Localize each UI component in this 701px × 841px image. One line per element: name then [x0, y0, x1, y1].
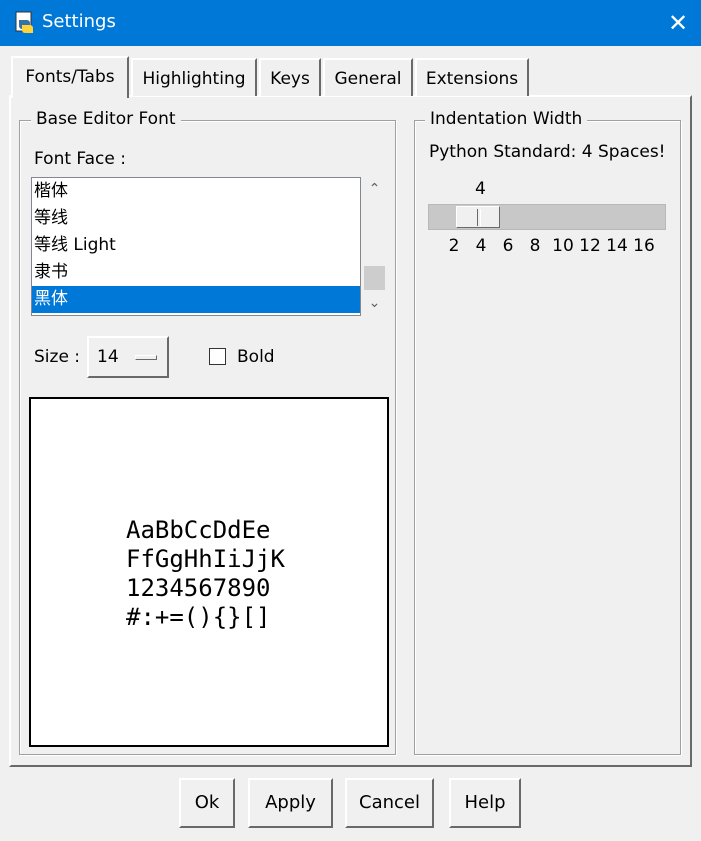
bold-checkbox[interactable]: [209, 348, 226, 365]
tab-label: Extensions: [425, 69, 519, 89]
list-item[interactable]: 等线: [32, 205, 360, 232]
font-list-scrollbar[interactable]: ⌃ ⌄: [362, 177, 387, 316]
font-size-value: 14: [97, 347, 119, 367]
close-icon: ✕: [667, 9, 689, 37]
tab-label: Fonts/Tabs: [25, 67, 115, 87]
list-item[interactable]: 楷体: [32, 178, 360, 205]
window-title: Settings: [42, 11, 116, 32]
tab-label: Highlighting: [142, 69, 246, 89]
slider-grip-icon: [477, 209, 481, 226]
menu-indicator-icon: [135, 355, 157, 360]
tab-general[interactable]: General: [323, 58, 413, 96]
indentation-width-title: Indentation Width: [425, 109, 588, 129]
tab-label: General: [334, 69, 402, 89]
slider-tick-label: 12: [579, 236, 601, 256]
font-face-label: Font Face :: [34, 149, 126, 169]
font-size-menubutton[interactable]: 14: [87, 336, 169, 378]
sample-line: AaBbCcDdEe: [126, 516, 271, 544]
python-idle-icon: [15, 11, 33, 33]
sample-line: 1234567890: [126, 574, 271, 602]
slider-thumb[interactable]: [456, 206, 500, 228]
close-button[interactable]: ✕: [655, 0, 701, 46]
scroll-up-icon[interactable]: ⌃: [362, 177, 387, 202]
indent-width-slider[interactable]: [428, 204, 666, 230]
tab-label: Keys: [270, 69, 310, 89]
slider-tick-label: 16: [633, 236, 655, 256]
slider-tick-label: 14: [606, 236, 628, 256]
slider-tick-label: 6: [502, 236, 514, 256]
sample-line: FfGgHhIiJjK: [126, 545, 285, 573]
title-bar: Settings ✕: [0, 0, 701, 46]
indent-note: Python Standard: 4 Spaces!: [429, 142, 666, 162]
list-item-selected[interactable]: 黑体: [32, 286, 360, 313]
cancel-button[interactable]: Cancel: [345, 778, 434, 828]
slider-tick-label: 4: [475, 236, 487, 256]
font-sample-text: AaBbCcDdEe FfGgHhIiJjK 1234567890 #:+=()…: [126, 516, 285, 632]
tab-highlighting[interactable]: Highlighting: [131, 58, 257, 96]
tab-fonts-tabs[interactable]: Fonts/Tabs: [11, 56, 129, 98]
ok-button[interactable]: Ok: [179, 778, 235, 828]
font-face-listbox[interactable]: 楷体 等线 等线 Light 隶书 黑体: [31, 177, 361, 316]
list-item[interactable]: 等线 Light: [32, 232, 360, 259]
list-item[interactable]: 隶书: [32, 259, 360, 286]
bold-label[interactable]: Bold: [237, 347, 275, 367]
tab-keys[interactable]: Keys: [259, 58, 321, 96]
scrollbar-thumb[interactable]: [364, 266, 385, 290]
scroll-down-icon[interactable]: ⌄: [362, 291, 387, 316]
base-editor-font-title: Base Editor Font: [31, 109, 181, 129]
font-sample-box: AaBbCcDdEe FfGgHhIiJjK 1234567890 #:+=()…: [29, 397, 389, 747]
help-button[interactable]: Help: [449, 778, 521, 828]
slider-tick-label: 10: [552, 236, 574, 256]
slider-tick-label: 8: [529, 236, 541, 256]
sample-line: #:+=(){}[]: [126, 603, 271, 631]
size-label: Size :: [34, 347, 81, 367]
apply-button[interactable]: Apply: [248, 778, 333, 828]
slider-tick-label: 2: [448, 236, 460, 256]
tab-extensions[interactable]: Extensions: [415, 58, 529, 96]
indent-current-value: 4: [475, 179, 486, 199]
